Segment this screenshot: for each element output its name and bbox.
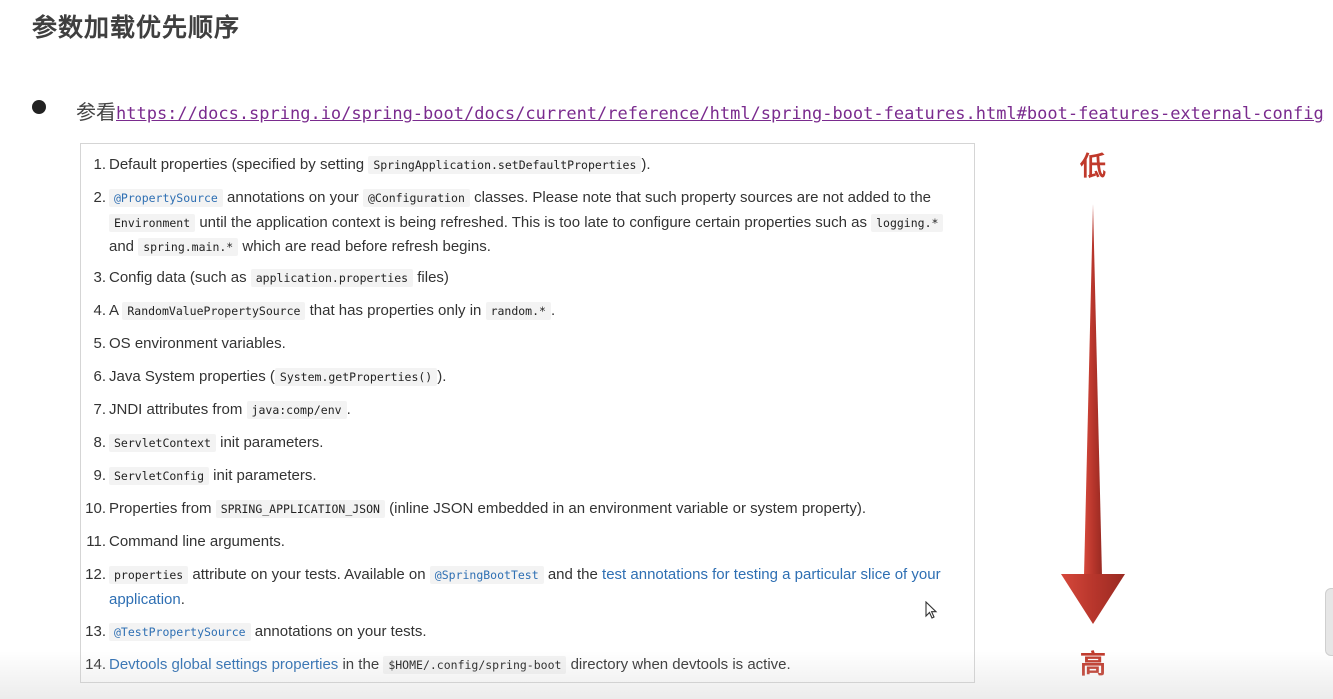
inline-code: SPRING_APPLICATION_JSON xyxy=(215,500,385,518)
list-item-number: 13. xyxy=(85,623,106,640)
item-text: Config data (such as xyxy=(109,269,251,286)
reference-prefix: 参看 xyxy=(76,100,116,124)
inline-code: SpringApplication.setDefaultProperties xyxy=(368,156,642,174)
list-item-text: Default properties (specified by setting… xyxy=(109,153,971,178)
inline-code: RandomValuePropertySource xyxy=(122,302,306,320)
inline-code: ServletConfig xyxy=(109,467,210,485)
item-text: Java System properties ( xyxy=(109,368,275,385)
list-item-text: Command line arguments. xyxy=(109,530,971,554)
inline-code: ServletContext xyxy=(109,434,216,452)
item-text: OS environment variables. xyxy=(109,335,286,352)
mouse-cursor-icon xyxy=(925,601,938,619)
item-text: and the xyxy=(543,566,603,583)
item-text: ). xyxy=(641,156,651,173)
arrow-shaft xyxy=(1084,204,1102,576)
item-text: init parameters. xyxy=(215,434,324,451)
list-item-text: OS environment variables. xyxy=(109,332,971,356)
inline-code-link[interactable]: @TestPropertySource xyxy=(109,623,251,641)
inline-code: logging.* xyxy=(871,213,944,232)
list-item-text: properties attribute on your tests. Avai… xyxy=(109,563,971,611)
inline-code: @Configuration xyxy=(362,189,470,207)
list-item-text: ServletConfig init parameters. xyxy=(109,464,971,489)
priority-arrow-icon xyxy=(1061,204,1125,624)
list-item-number: 4. xyxy=(93,302,106,319)
list-item-text: Java System properties (System.getProper… xyxy=(109,365,971,390)
list-item-number: 10. xyxy=(85,500,106,517)
reference-line: 参看https://docs.spring.io/spring-boot/doc… xyxy=(76,96,1324,125)
item-text: . xyxy=(180,590,185,608)
list-item-number: 6. xyxy=(93,368,106,385)
item-text: which are read before refresh begins. xyxy=(238,238,491,255)
item-text: until the application context is being r… xyxy=(195,213,872,231)
list-item-text: JNDI attributes from java:comp/env. xyxy=(109,398,971,423)
arrow-head xyxy=(1061,574,1125,624)
inline-code: $HOME/.config/spring-boot xyxy=(383,656,567,674)
inline-code-link[interactable]: @SpringBootTest xyxy=(429,566,544,584)
reference-link[interactable]: https://docs.spring.io/spring-boot/docs/… xyxy=(116,104,1324,124)
item-text: Properties from xyxy=(109,500,216,517)
inline-code-link[interactable]: @PropertySource xyxy=(109,189,223,207)
item-text: Default properties (specified by setting xyxy=(109,156,369,173)
inline-code: spring.main.* xyxy=(138,238,239,256)
item-text: files) xyxy=(413,269,449,286)
item-text: (inline JSON embedded in an environment … xyxy=(384,500,867,517)
item-text: ). xyxy=(437,368,447,385)
list-item-text: A RandomValuePropertySource that has pro… xyxy=(109,299,971,324)
item-text: and xyxy=(109,238,139,255)
list-item-number: 3. xyxy=(93,269,106,286)
item-text: that has properties only in xyxy=(305,302,486,319)
item-text: attribute on your tests. Available on xyxy=(188,566,430,583)
inline-code: System.getProperties() xyxy=(274,368,438,386)
item-text: in the xyxy=(338,656,384,673)
list-item-text: ServletContext init parameters. xyxy=(109,431,971,456)
inline-code: application.properties xyxy=(250,269,414,287)
item-text: A xyxy=(109,302,123,319)
list-item-number: 2. xyxy=(93,189,106,206)
list-item-text: Properties from SPRING_APPLICATION_JSON … xyxy=(109,497,971,522)
item-text: init parameters. xyxy=(209,467,317,484)
list-item-text: Config data (such as application.propert… xyxy=(109,266,971,291)
item-text: Command line arguments. xyxy=(109,533,285,550)
list-item-text: @TestPropertySource annotations on your … xyxy=(109,620,971,645)
list-item-number: 7. xyxy=(93,401,106,418)
list-item-number: 14. xyxy=(85,656,106,673)
item-text: annotations on your xyxy=(222,189,363,206)
inline-code: properties xyxy=(109,566,189,584)
list-item-number: 9. xyxy=(93,467,106,484)
item-text: . xyxy=(346,401,351,418)
high-priority-label: 高 xyxy=(1080,650,1107,680)
edge-scroll-handle[interactable] xyxy=(1325,588,1333,656)
docs-screenshot-box: 1. Default properties (specified by setti… xyxy=(80,143,975,683)
list-item-text: Devtools global settings properties in t… xyxy=(109,653,971,678)
item-text: . xyxy=(550,302,556,319)
list-item-number: 11. xyxy=(86,533,106,550)
list-item-number: 1. xyxy=(93,156,106,173)
low-priority-label: 低 xyxy=(1080,152,1107,182)
slide-title: 参数加载优先顺序 xyxy=(32,13,241,42)
item-text: annotations on your tests. xyxy=(250,623,427,640)
list-item-text: @PropertySource annotations on your @Con… xyxy=(109,186,971,260)
list-item-number: 12. xyxy=(85,566,106,583)
list-item-number: 5. xyxy=(93,335,106,352)
item-text: JNDI attributes from xyxy=(109,401,247,418)
list-item-number: 8. xyxy=(93,434,106,451)
inline-code: Environment xyxy=(109,213,196,232)
item-text: directory when devtools is active. xyxy=(566,656,791,673)
inline-code: random.* xyxy=(485,302,551,320)
bullet-dot xyxy=(32,100,46,114)
item-text: classes. Please note that such property … xyxy=(469,189,932,206)
doc-link[interactable]: Devtools global settings properties xyxy=(109,656,338,673)
inline-code: java:comp/env xyxy=(246,401,347,419)
